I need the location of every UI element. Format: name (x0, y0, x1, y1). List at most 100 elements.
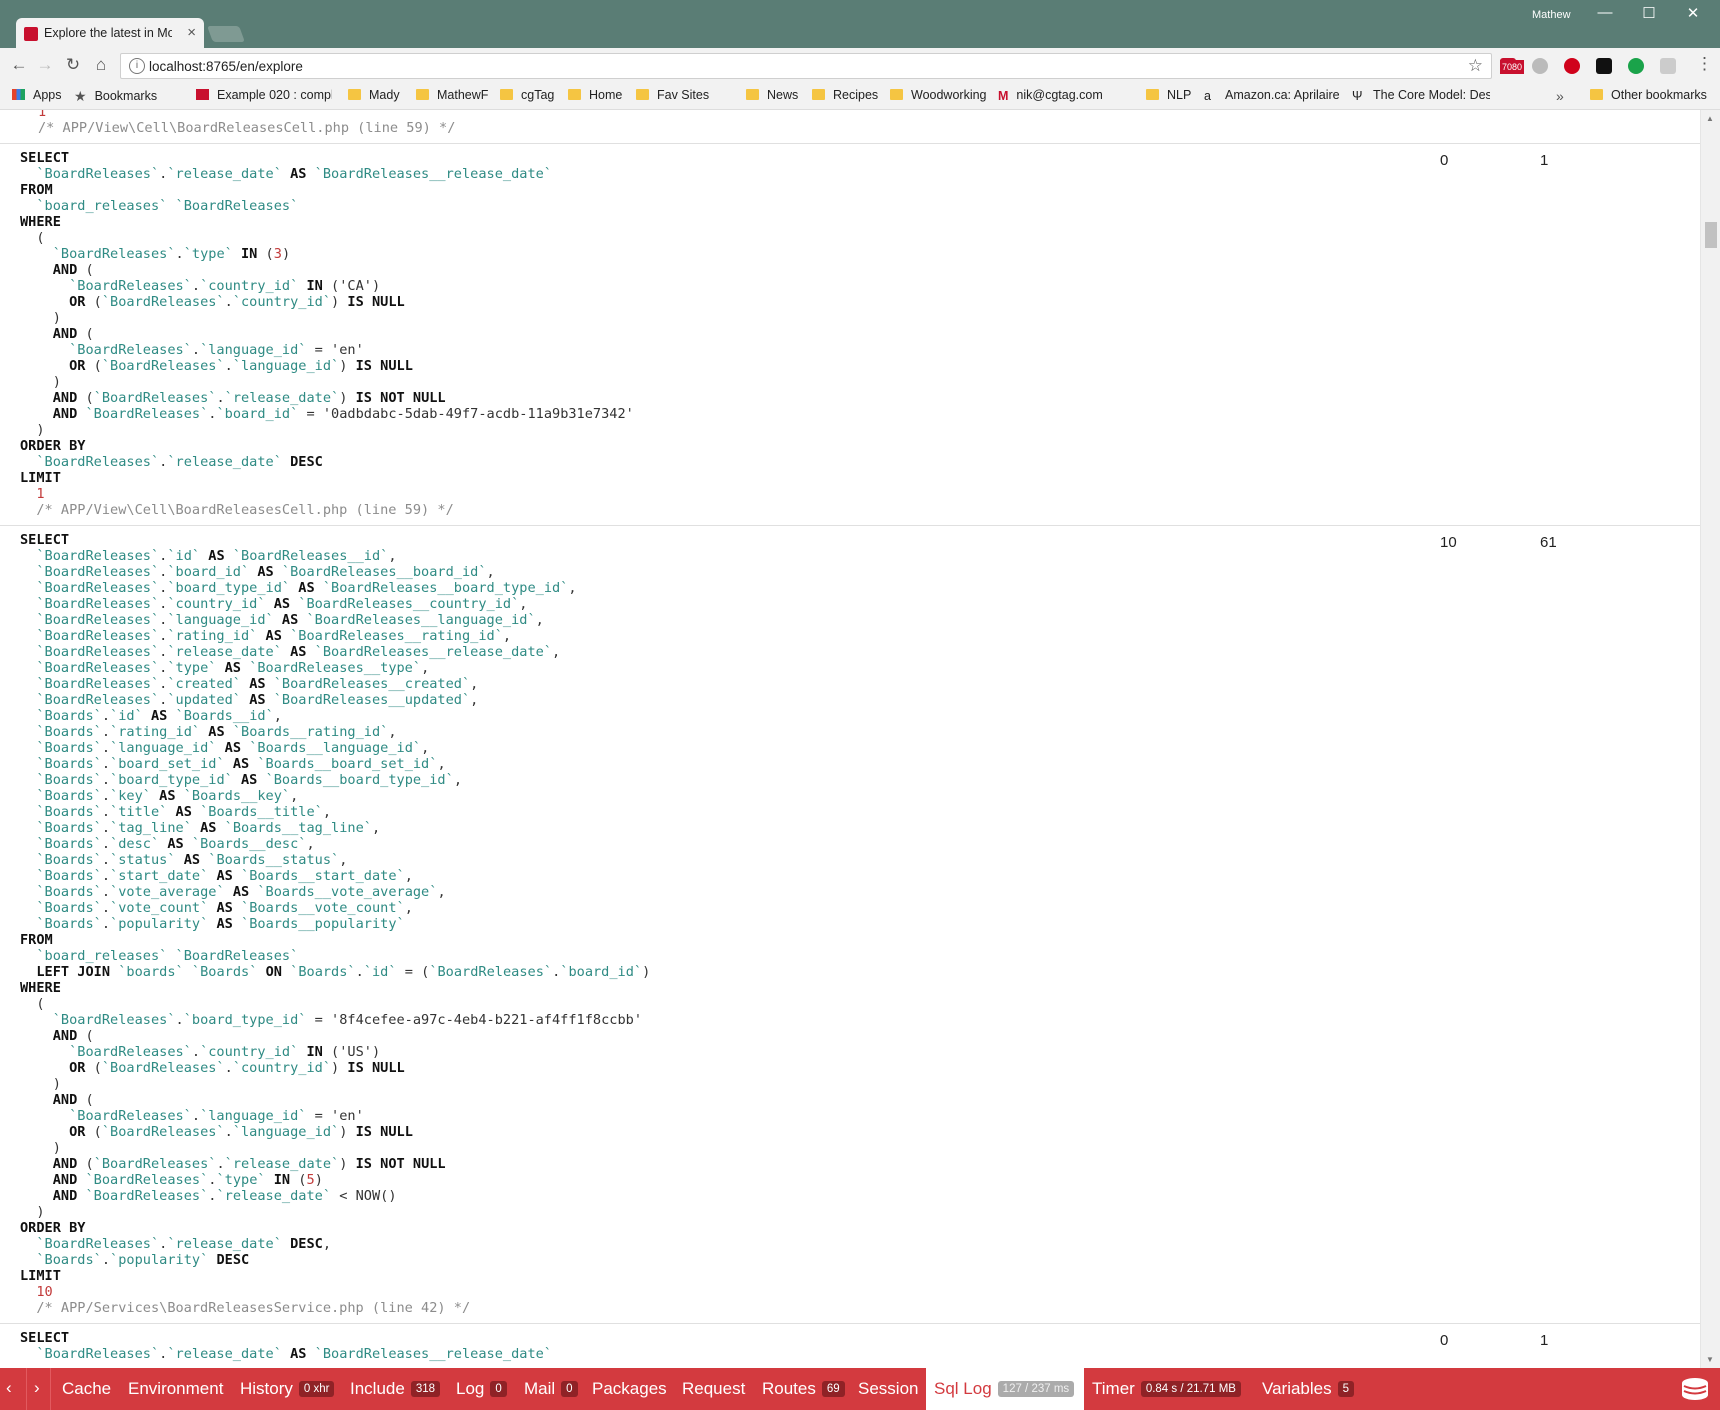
grey-extension-icon[interactable] (1660, 58, 1676, 74)
sql-token: `id` (110, 708, 143, 724)
bookmark-amazon[interactable]: a Amazon.ca: Aprilaire (1204, 88, 1346, 102)
bookmark-nlp[interactable]: NLP (1146, 88, 1191, 102)
address-bar[interactable]: i localhost:8765/en/explore ☆ (120, 53, 1492, 79)
sql-token: `BoardReleases` (52, 246, 176, 262)
debug-panel-cache[interactable]: Cache (62, 1379, 111, 1399)
sql-log-panel: 1 /* APP/View\Cell\BoardReleasesCell.php… (0, 110, 1700, 1368)
debug-panel-request[interactable]: Request (682, 1379, 745, 1399)
debug-panel-environment[interactable]: Environment (128, 1379, 223, 1399)
debug-panel-routes[interactable]: Routes 69 (762, 1379, 845, 1399)
sql-token: `BoardReleases` (85, 1188, 209, 1204)
sql-token: `updated` (167, 692, 241, 708)
debug-panel-log[interactable]: Log 0 (456, 1379, 507, 1399)
more-bookmarks-icon[interactable]: » (1556, 88, 1564, 104)
jetbrains-extension-icon[interactable] (1596, 58, 1612, 74)
sql-token: ( (85, 294, 102, 310)
home-icon[interactable]: ⌂ (90, 54, 112, 76)
back-icon[interactable]: ← (8, 54, 30, 76)
profile-name[interactable]: Mathew (1532, 9, 1571, 21)
sql-token: `BoardReleases__release_date` (314, 1346, 552, 1362)
sql-token: AS (232, 884, 250, 900)
sql-token: ( (20, 230, 45, 246)
bookmark-home[interactable]: Home (568, 88, 622, 102)
debug-panel-timer[interactable]: Timer 0.84 s / 21.71 MB (1092, 1379, 1241, 1399)
debug-panel-mail[interactable]: Mail 0 (524, 1379, 578, 1399)
debug-panel-include[interactable]: Include 318 (350, 1379, 441, 1399)
tab-close-icon[interactable]: × (187, 24, 196, 41)
sql-token: `language_id` (232, 1124, 340, 1140)
bookmark-mady[interactable]: Mady (348, 88, 400, 102)
browser-tab[interactable]: Explore the latest in Mov × (16, 18, 204, 48)
forward-icon[interactable]: → (34, 54, 56, 76)
sql-token: , (388, 548, 397, 564)
chevron-right-icon[interactable]: › (34, 1378, 40, 1398)
bookmark-news[interactable]: News (746, 88, 798, 102)
sql-token: AS (249, 692, 266, 708)
scroll-down-icon[interactable]: ▼ (1706, 1355, 1714, 1364)
debug-panel-label: Packages (592, 1379, 667, 1398)
bookmark-label: Apps (33, 88, 62, 102)
bookmark-example[interactable]: Example 020 : comple (196, 88, 332, 102)
debug-panel-sql-log[interactable]: Sql Log 127 / 237 ms (926, 1368, 1085, 1410)
separator (50, 1368, 51, 1410)
bookmark-star-icon[interactable]: ☆ (1468, 56, 1483, 76)
sql-token: WHERE (20, 980, 61, 996)
sql-token: `popularity` (110, 916, 209, 932)
opera-extension-icon[interactable] (1564, 58, 1580, 74)
sql-token: `BoardReleases` (36, 454, 160, 470)
sql-token: ( (85, 358, 102, 374)
chrome-menu-icon[interactable]: ⋮ (1696, 54, 1713, 74)
folder-icon (568, 89, 581, 100)
close-window-button[interactable]: ✕ (1680, 4, 1706, 22)
bookmark-mathewf[interactable]: MathewF (416, 88, 488, 102)
reload-icon[interactable]: ↻ (62, 54, 84, 76)
bookmark-bookmarks[interactable]: ★ Bookmarks (74, 88, 157, 105)
site-info-icon[interactable]: i (129, 58, 145, 74)
debug-panel-variables[interactable]: Variables 5 (1262, 1379, 1355, 1399)
scrollbar-thumb[interactable] (1705, 222, 1717, 248)
debug-panel-session[interactable]: Session (858, 1379, 918, 1399)
sql-token: AS (273, 596, 291, 612)
sql-token: AS (241, 772, 258, 788)
cloud-extension-icon[interactable] (1532, 58, 1548, 74)
sql-token: `start_date` (110, 868, 209, 884)
query-comment: /* APP/View\Cell\BoardReleasesCell.php (… (38, 120, 456, 136)
bookmark-apps[interactable]: Apps (12, 88, 62, 102)
minimize-button[interactable]: — (1592, 4, 1618, 21)
page-scrollbar[interactable]: ▲ ▼ (1700, 110, 1720, 1368)
cakephp-logo-icon[interactable] (1680, 1376, 1710, 1402)
folder-icon (636, 89, 649, 100)
bookmark-other[interactable]: Other bookmarks (1590, 88, 1707, 102)
bookmark-recipes[interactable]: Recipes (812, 88, 878, 102)
debug-panel-history[interactable]: History 0 xhr (240, 1379, 335, 1399)
bookmark-fav-sites[interactable]: Fav Sites (636, 88, 709, 102)
bookmark-core-model[interactable]: Ψ The Core Model: Des (1352, 88, 1490, 102)
sql-token: ) (20, 1204, 45, 1220)
url-text[interactable]: localhost:8765/en/explore (149, 59, 303, 74)
chevron-left-icon[interactable]: ‹ (6, 1378, 12, 1398)
debug-panel-label: Log (456, 1379, 485, 1398)
new-tab-button[interactable] (207, 26, 245, 42)
sql-token: `BoardReleases` (36, 676, 160, 692)
bookmarks-bar: Apps ★ Bookmarks Example 020 : comple Mad… (0, 84, 1720, 110)
sql-token: ) (20, 374, 61, 390)
bookmark-gmail[interactable]: Mnik@cgtag.com (998, 88, 1103, 103)
green-extension-icon[interactable] (1628, 58, 1644, 74)
bookmark-woodworking[interactable]: Woodworking (890, 88, 987, 102)
bookmark-label: Woodworking (911, 88, 987, 102)
maximize-button[interactable]: ☐ (1636, 4, 1662, 22)
debug-panel-packages[interactable]: Packages (592, 1379, 667, 1399)
scroll-up-icon[interactable]: ▲ (1706, 114, 1714, 123)
bookmark-cgtag[interactable]: cgTag (500, 88, 554, 102)
sql-token: `Boards` (36, 804, 102, 820)
